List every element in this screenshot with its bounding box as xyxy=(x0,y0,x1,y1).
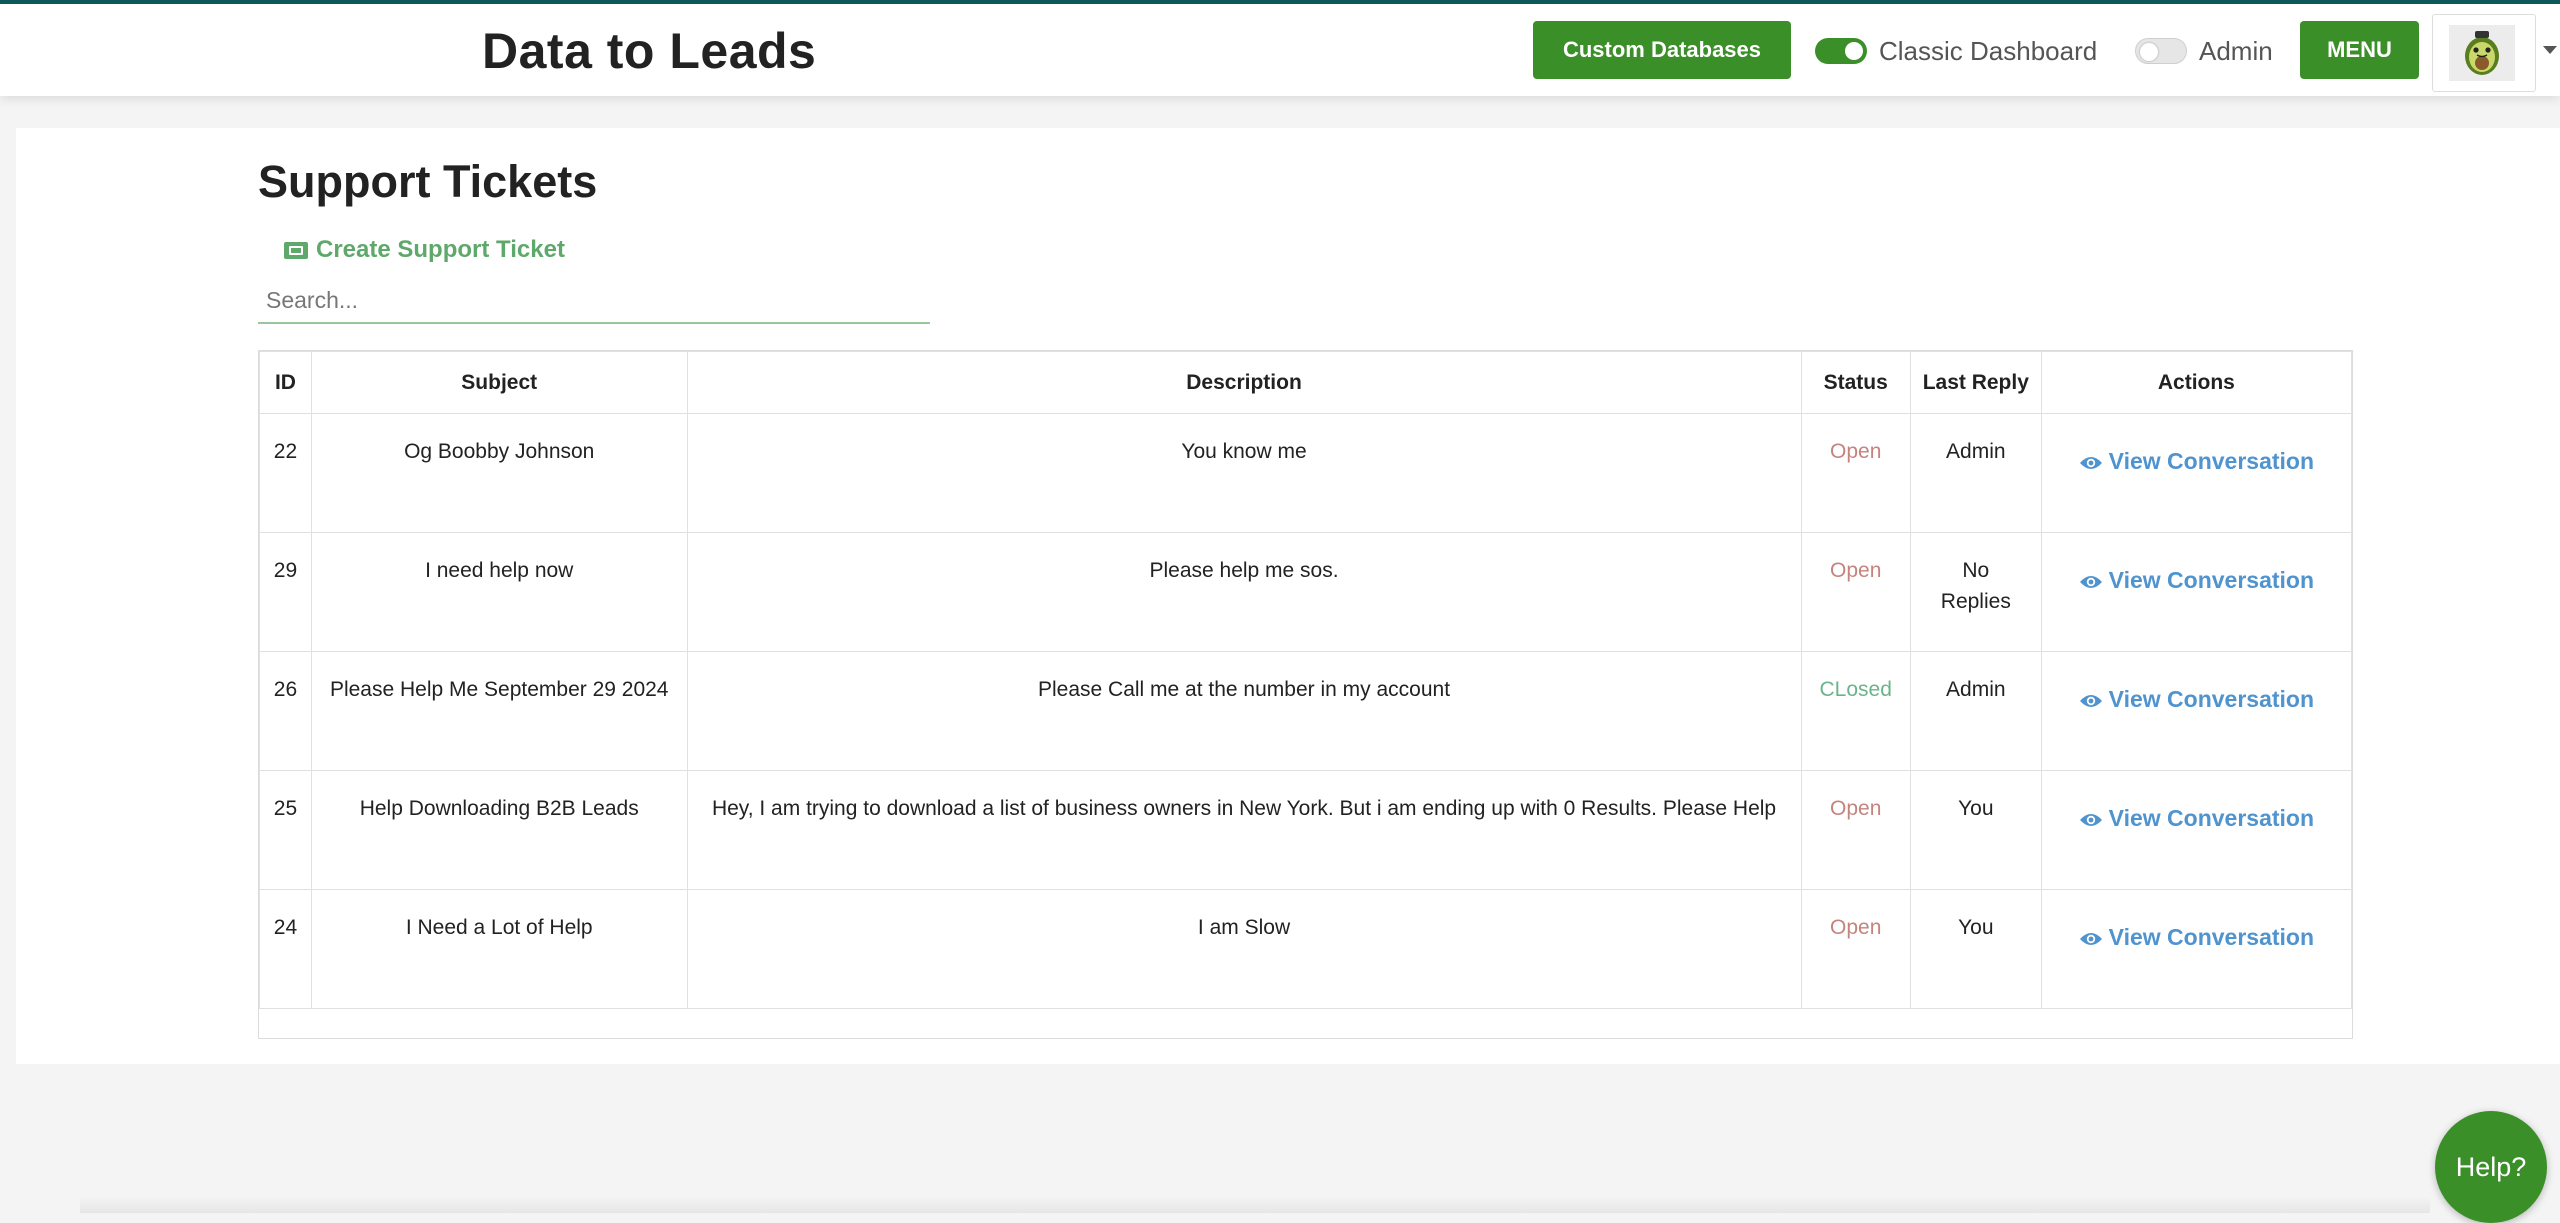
ticket-last-reply: Admin xyxy=(1909,413,2042,533)
eye-icon xyxy=(2079,695,2102,707)
ticket-actions: View Conversation xyxy=(2040,413,2353,533)
eye-icon xyxy=(2079,814,2102,826)
view-conversation-label: View Conversation xyxy=(2108,448,2315,474)
ticket-last-reply: You xyxy=(1909,770,2042,890)
table-row: 26 Please Help Me September 29 2024 Plea… xyxy=(259,651,2353,771)
column-header-subject[interactable]: Subject xyxy=(310,351,688,414)
ticket-id: 22 xyxy=(259,413,312,533)
ticket-description: Please Call me at the number in my accou… xyxy=(686,651,1802,771)
create-support-ticket-link[interactable]: Create Support Ticket xyxy=(284,236,565,264)
ticket-status: Open xyxy=(1800,413,1911,533)
table-row: 22 Og Boobby Johnson You know me Open Ad… xyxy=(259,413,2353,533)
view-conversation-link[interactable]: View Conversation xyxy=(2079,682,2314,716)
ticket-subject: I Need a Lot of Help xyxy=(310,889,688,1009)
ticket-status: Open xyxy=(1800,532,1911,652)
ticket-description: You know me xyxy=(686,413,1802,533)
view-conversation-label: View Conversation xyxy=(2108,567,2315,593)
create-support-ticket-label: Create Support Ticket xyxy=(316,236,565,263)
ticket-actions: View Conversation xyxy=(2040,770,2353,890)
help-chat-button[interactable]: Help? xyxy=(2435,1111,2547,1223)
ticket-description: Please help me sos. xyxy=(686,532,1802,652)
admin-switch[interactable] xyxy=(2135,38,2187,64)
ticket-id: 25 xyxy=(259,770,312,890)
ticket-subject: Help Downloading B2B Leads xyxy=(310,770,688,890)
bottom-shadow xyxy=(80,1196,2430,1213)
admin-label: Admin xyxy=(2199,35,2273,66)
view-conversation-label: View Conversation xyxy=(2108,805,2315,831)
table-row: 25 Help Downloading B2B Leads Hey, I am … xyxy=(259,770,2353,890)
classic-dashboard-toggle[interactable]: Classic Dashboard xyxy=(1815,34,2097,68)
ticket-id: 26 xyxy=(259,651,312,771)
top-header: Data to Leads Custom Databases Classic D… xyxy=(0,4,2560,96)
ticket-last-reply: Admin xyxy=(1909,651,2042,771)
column-header-id[interactable]: ID xyxy=(259,351,312,414)
ticket-description: I am Slow xyxy=(686,889,1802,1009)
table-row: 29 I need help now Please help me sos. O… xyxy=(259,532,2353,652)
ticket-actions: View Conversation xyxy=(2040,651,2353,771)
ticket-description: Hey, I am trying to download a list of b… xyxy=(686,770,1802,890)
column-header-last-reply[interactable]: Last Reply xyxy=(1909,351,2042,414)
tickets-table: ID Subject Description Status Last Reply… xyxy=(259,351,2353,1009)
classic-dashboard-switch[interactable] xyxy=(1815,38,1867,64)
ticket-id: 24 xyxy=(259,889,312,1009)
search-input[interactable] xyxy=(258,278,930,324)
avocado-avatar-icon xyxy=(2449,25,2515,81)
ticket-status: CLosed xyxy=(1800,651,1911,771)
column-header-status[interactable]: Status xyxy=(1800,351,1911,414)
view-conversation-link[interactable]: View Conversation xyxy=(2079,563,2314,597)
view-conversation-link[interactable]: View Conversation xyxy=(2079,920,2314,954)
view-conversation-link[interactable]: View Conversation xyxy=(2079,444,2314,478)
ticket-last-reply: You xyxy=(1909,889,2042,1009)
ticket-icon xyxy=(284,241,308,259)
column-header-actions: Actions xyxy=(2040,351,2353,414)
ticket-id: 29 xyxy=(259,532,312,652)
ticket-subject: Og Boobby Johnson xyxy=(310,413,688,533)
admin-toggle[interactable]: Admin xyxy=(2135,34,2273,68)
brand-title: Data to Leads xyxy=(482,23,817,79)
ticket-actions: View Conversation xyxy=(2040,889,2353,1009)
view-conversation-label: View Conversation xyxy=(2108,924,2315,950)
custom-databases-button[interactable]: Custom Databases xyxy=(1533,21,1791,79)
view-conversation-link[interactable]: View Conversation xyxy=(2079,801,2314,835)
classic-dashboard-label: Classic Dashboard xyxy=(1879,35,2098,66)
ticket-subject: I need help now xyxy=(310,532,688,652)
menu-button[interactable]: MENU xyxy=(2300,21,2419,79)
ticket-last-reply: No Replies xyxy=(1909,532,2042,652)
page-title: Support Tickets xyxy=(258,156,598,207)
eye-icon xyxy=(2079,576,2102,588)
ticket-status: Open xyxy=(1800,770,1911,890)
column-header-description[interactable]: Description xyxy=(686,351,1802,414)
tickets-table-container: ID Subject Description Status Last Reply… xyxy=(258,350,2353,1039)
view-conversation-label: View Conversation xyxy=(2108,686,2315,712)
eye-icon xyxy=(2079,457,2102,469)
user-avatar-button[interactable] xyxy=(2432,14,2536,92)
table-header-row: ID Subject Description Status Last Reply… xyxy=(259,351,2353,414)
ticket-subject: Please Help Me September 29 2024 xyxy=(310,651,688,771)
eye-icon xyxy=(2079,933,2102,945)
ticket-status: Open xyxy=(1800,889,1911,1009)
chevron-down-icon[interactable] xyxy=(2543,46,2557,54)
ticket-actions: View Conversation xyxy=(2040,532,2353,652)
table-row: 24 I Need a Lot of Help I am Slow Open Y… xyxy=(259,889,2353,1009)
